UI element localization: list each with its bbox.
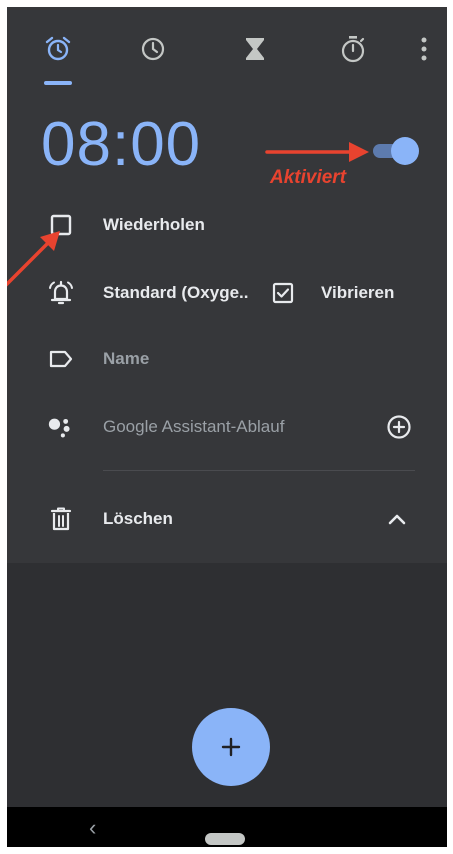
clock-icon <box>141 37 165 61</box>
annotation-label: Aktiviert <box>270 167 347 188</box>
toggle-thumb <box>391 137 419 165</box>
tab-timer[interactable] <box>237 31 273 67</box>
tab-clock[interactable] <box>135 31 171 67</box>
name-label: Name <box>103 349 150 368</box>
alarm-enable-toggle[interactable] <box>371 137 419 165</box>
collapse-button[interactable] <box>383 505 411 533</box>
more-menu[interactable] <box>409 31 439 67</box>
ringtone-label[interactable]: Standard (Oxyge.. <box>103 283 248 303</box>
stopwatch-icon <box>341 36 365 63</box>
checkbox-checked-icon <box>272 282 294 304</box>
vibrate-label: Vibrieren <box>321 283 395 302</box>
ringtone-row: Standard (Oxyge.. Vibrieren <box>7 269 447 317</box>
annotation-arrow-toggle <box>265 142 369 162</box>
tab-bar <box>7 7 447 93</box>
tab-stopwatch[interactable] <box>335 31 371 67</box>
repeat-row[interactable]: Wiederholen <box>7 201 447 249</box>
alarm-time[interactable]: 08:00 <box>41 114 201 176</box>
assistant-label: Google Assistant-Ablauf <box>103 417 285 436</box>
repeat-label: Wiederholen <box>103 215 205 234</box>
chevron-up-icon <box>388 514 406 525</box>
trash-icon <box>50 507 72 531</box>
label-icon-wrap <box>47 345 75 373</box>
tab-alarm[interactable] <box>40 31 76 67</box>
back-button[interactable]: ‹ <box>89 815 96 841</box>
more-vert-icon <box>421 37 427 61</box>
add-assistant-button[interactable] <box>385 413 413 441</box>
hourglass-icon <box>246 38 264 60</box>
alarm-screen: 08:00 Aktiviert Wiederholen Standard (Ox… <box>7 7 447 847</box>
system-nav-bar: ‹ <box>7 807 447 847</box>
assistant-icon-wrap <box>47 413 75 441</box>
vibrate-checkbox[interactable] <box>269 279 297 307</box>
repeat-checkbox[interactable] <box>47 211 75 239</box>
ringtone-button[interactable] <box>47 279 75 307</box>
alarm-card: 08:00 Aktiviert Wiederholen Standard (Ox… <box>7 7 447 563</box>
delete-icon-wrap <box>47 505 75 533</box>
google-assistant-icon <box>48 418 70 438</box>
active-tab-indicator <box>44 81 72 85</box>
delete-label: Löschen <box>103 509 173 528</box>
divider <box>103 470 415 471</box>
checkbox-empty-icon <box>50 214 72 236</box>
assistant-row: Google Assistant-Ablauf <box>7 403 447 451</box>
add-alarm-button[interactable] <box>192 708 270 786</box>
home-pill[interactable] <box>205 833 245 845</box>
alarm-icon <box>45 36 71 61</box>
name-row[interactable]: Name <box>7 335 447 383</box>
plus-icon <box>221 737 241 757</box>
add-circle-icon <box>387 415 411 439</box>
label-icon <box>49 350 73 368</box>
bell-ringing-icon <box>49 280 73 305</box>
delete-row[interactable]: Löschen <box>7 495 447 543</box>
